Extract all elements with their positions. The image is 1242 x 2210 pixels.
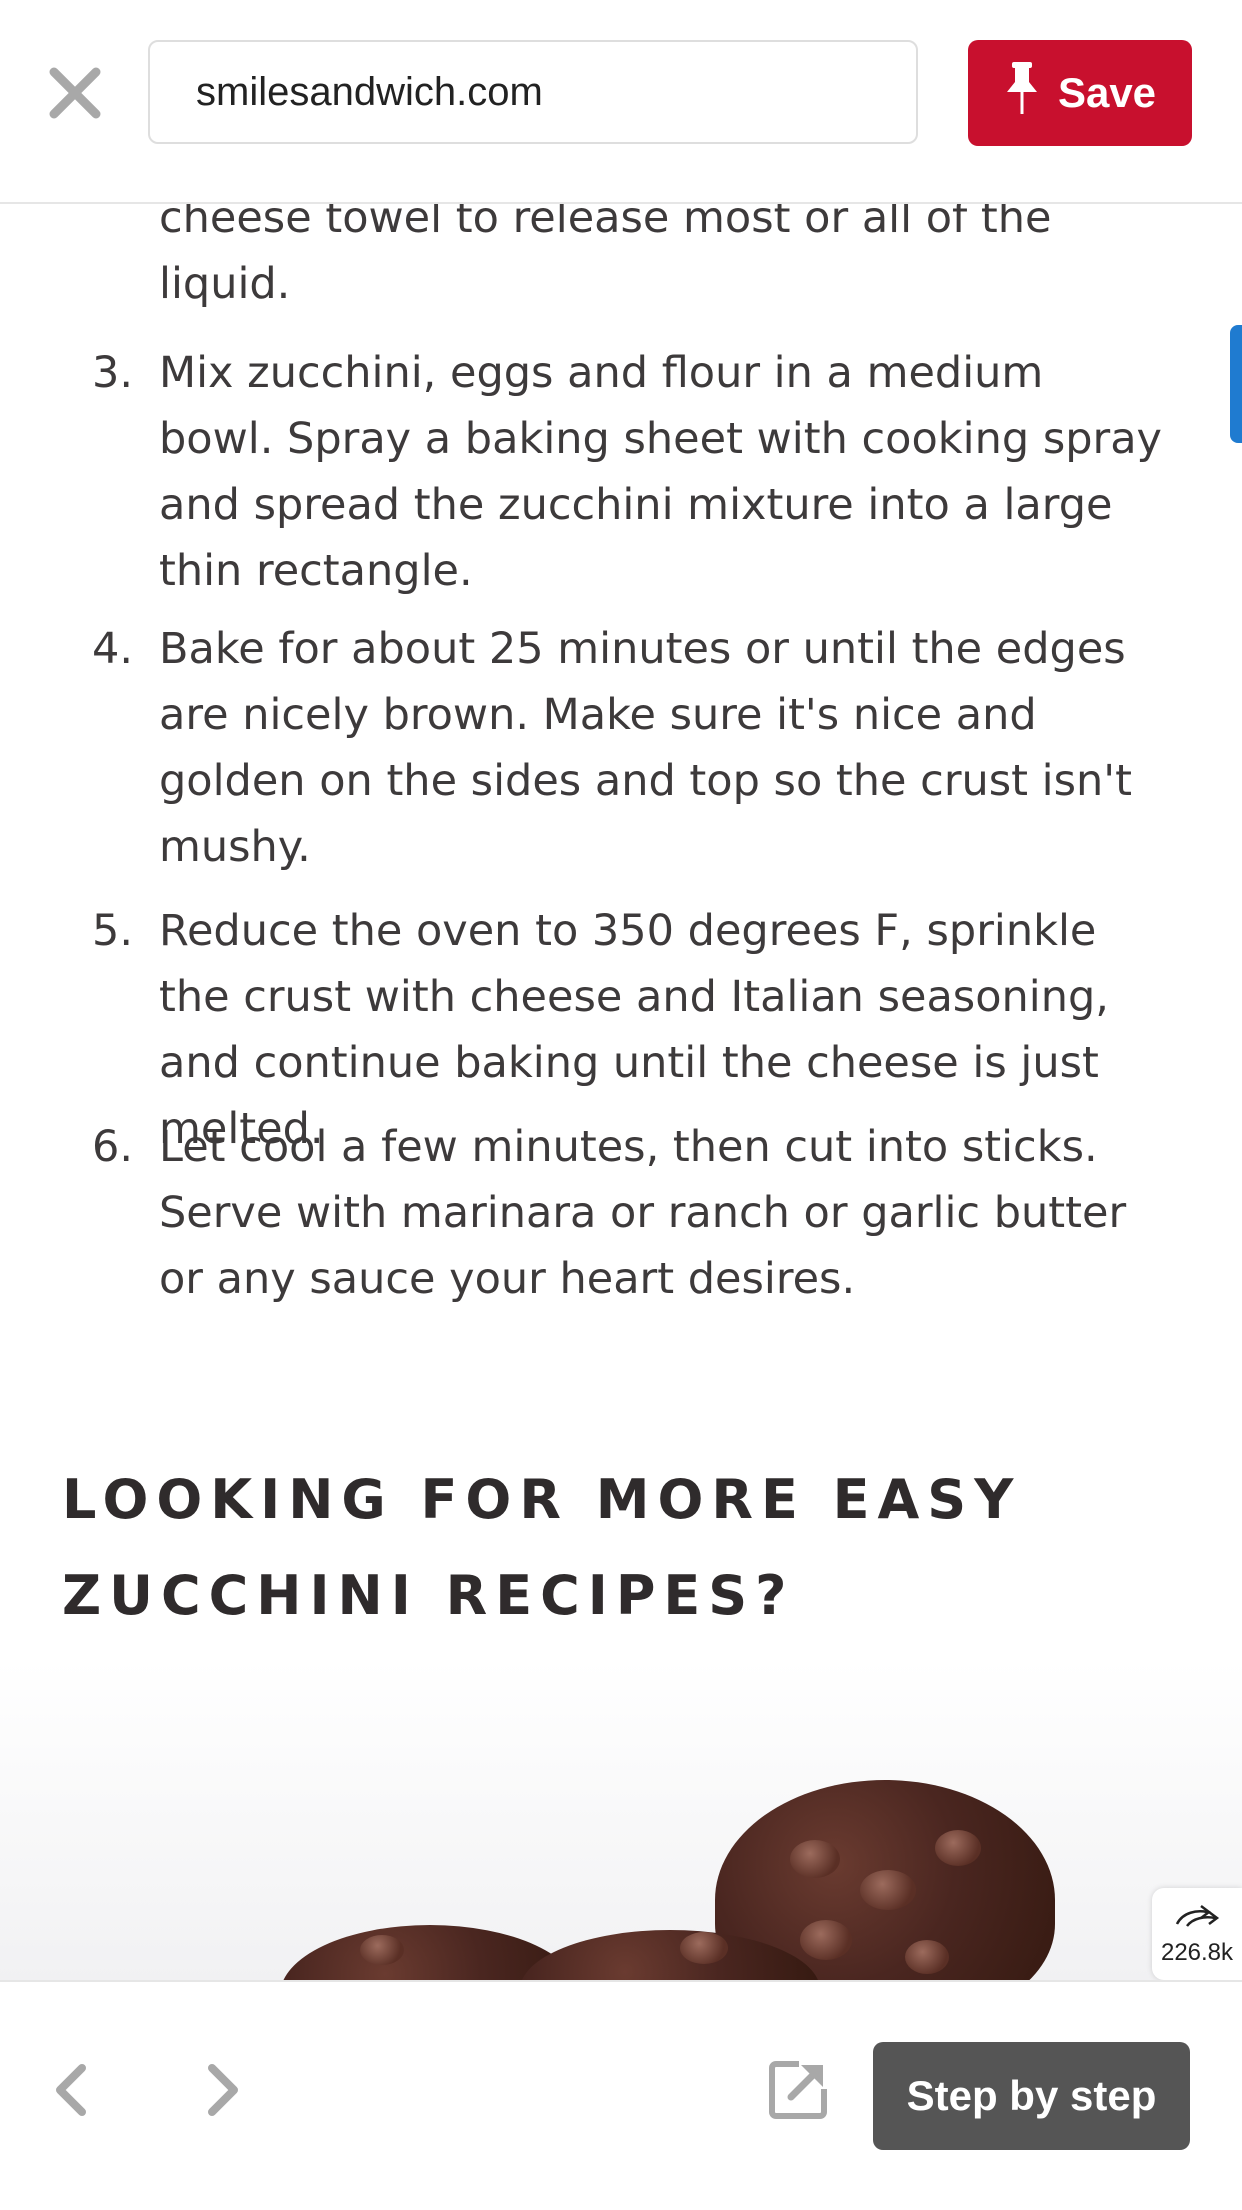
save-label: Save (1057, 69, 1157, 116)
forward-button[interactable] (184, 2042, 264, 2142)
step-text: Bake for about 25 minutes or until the e… (159, 624, 1132, 872)
step-number: 5. (92, 906, 134, 956)
step-by-step-button[interactable]: Step by step (873, 2042, 1190, 2150)
bottom-toolbar: Step by step (0, 1980, 1242, 2210)
step-text: Mix zucchini, eggs and flour in a medium… (159, 348, 1163, 596)
pin-icon (1004, 60, 1040, 126)
step-number: 6. (92, 1122, 134, 1172)
step-by-step-label: Step by step (906, 2072, 1157, 2119)
chevron-left-icon (50, 2062, 90, 2122)
share-button[interactable]: 226.8k (1152, 1888, 1242, 1980)
chocolate-chip (935, 1830, 981, 1866)
chocolate-chip (790, 1840, 840, 1878)
section-heading: LOOKING FOR MORE EASY ZUCCHINI RECIPES? (62, 1468, 1022, 1627)
partial-step-text: cheese towel to release most or all of t… (159, 193, 1052, 309)
chocolate-chip (905, 1940, 949, 1974)
close-icon (48, 66, 102, 124)
open-external-button[interactable] (758, 2042, 838, 2142)
chevron-right-icon (204, 2062, 244, 2122)
step-text: Let cool a few minutes, then cut into st… (159, 1122, 1127, 1304)
step-number: 4. (92, 624, 134, 674)
url-text: smilesandwich.com (196, 69, 543, 114)
chocolate-chip (800, 1920, 852, 1960)
url-field[interactable]: smilesandwich.com (148, 40, 918, 144)
step-number: 3. (92, 348, 134, 398)
scroll-indicator[interactable] (1230, 325, 1242, 443)
save-button[interactable]: Save (968, 40, 1192, 146)
back-button[interactable] (30, 2042, 110, 2142)
share-count: 226.8k (1160, 1938, 1234, 1966)
external-link-icon (769, 2061, 827, 2123)
chocolate-chip (860, 1870, 916, 1910)
close-button[interactable] (40, 60, 110, 130)
recipe-photo[interactable] (0, 1660, 1242, 1980)
browser-header: smilesandwich.com Save (0, 0, 1242, 204)
share-arrow-icon (1173, 1902, 1221, 1939)
chocolate-chip (680, 1932, 728, 1964)
chocolate-chip (360, 1935, 404, 1965)
article-content: cheese towel to release most or all of t… (0, 0, 1242, 1980)
